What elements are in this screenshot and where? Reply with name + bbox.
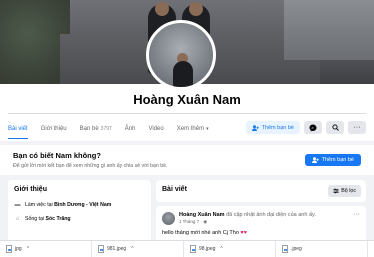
add-friend-icon (311, 157, 319, 163)
add-friend-button[interactable]: Thêm bạn bè (245, 121, 300, 134)
post-author-avatar[interactable] (162, 212, 175, 225)
tab-friends[interactable]: Bạn bè 3797 (80, 126, 112, 132)
header-divider (8, 113, 366, 114)
post-author-name[interactable]: Hoàng Xuân Nam (179, 212, 225, 218)
friend-suggest-card: Bạn có biết Nam không? Để gửi lời mời kế… (0, 145, 374, 175)
post-time[interactable]: 1 Tháng 7 · ◉ (179, 219, 207, 225)
chevron-down-icon: ▾ (206, 126, 209, 132)
post-author-line: Hoàng Xuân Nam đã cập nhật ảnh đại diện … (179, 212, 316, 218)
messenger-button[interactable] (304, 121, 322, 134)
download-item[interactable]: 981.jpeg ^ (92, 240, 184, 257)
suggest-add-friend-button[interactable]: Thêm bạn bè (304, 154, 361, 166)
posts-title: Bài viết (162, 186, 187, 193)
image-file-icon (6, 245, 12, 253)
intro-title: Giới thiệu (14, 186, 47, 193)
work-place-link[interactable]: Bình Dương - Việt Nam (54, 202, 111, 208)
download-item[interactable]: jpg ^ (0, 240, 92, 257)
download-item[interactable]: .jpeg (276, 240, 368, 257)
filter-button[interactable]: Bộ lọc (328, 185, 361, 197)
image-file-icon (98, 245, 104, 253)
download-bar: jpg ^ 981.jpeg ^ 98.jpeg ^ .jpeg (0, 240, 374, 257)
home-icon: ⌂ (15, 216, 20, 222)
intro-work: ▬ Làm việc tại Bình Dương - Việt Nam (14, 202, 112, 208)
post-text: hello tháng mới nhé anh Cj Tho ♥♥ (162, 230, 247, 236)
suggest-question: Bạn có biết Nam không? (13, 151, 101, 160)
add-friend-icon (251, 124, 259, 131)
post-more-icon[interactable]: ··· (353, 211, 360, 218)
profile-avatar[interactable] (146, 20, 216, 90)
search-button[interactable] (326, 121, 344, 134)
chevron-up-icon[interactable]: ^ (131, 246, 133, 252)
search-icon (331, 124, 339, 131)
tab-photos[interactable]: Ảnh (125, 126, 136, 132)
tab-videos[interactable]: Video (148, 126, 163, 132)
header-actions: Thêm bạn bè ··· (245, 121, 366, 134)
briefcase-icon: ▬ (14, 202, 21, 208)
image-file-icon (282, 245, 288, 253)
friends-count: 3797 (100, 126, 112, 132)
home-town-link[interactable]: Sóc Trăng (45, 216, 70, 222)
profile-name: Hoàng Xuân Nam (133, 92, 241, 107)
messenger-icon (309, 124, 317, 131)
more-icon: ··· (353, 124, 361, 131)
tab-about[interactable]: Giới thiệu (41, 126, 67, 132)
tab-posts[interactable]: Bài viết (8, 126, 28, 139)
profile-page: Hoàng Xuân Nam Bài viết Giới thiệu Bạn b… (0, 0, 374, 257)
chevron-up-icon[interactable]: ^ (220, 246, 222, 252)
filter-icon (333, 188, 339, 194)
profile-tabs: Bài viết Giới thiệu Bạn bè 3797 Ảnh Video… (8, 120, 222, 139)
image-file-icon (190, 245, 196, 253)
posts-header-card: Bài viết Bộ lọc (156, 180, 366, 202)
profile-header: Hoàng Xuân Nam Bài viết Giới thiệu Bạn b… (0, 84, 374, 141)
download-item[interactable]: 98.jpeg ^ (184, 240, 276, 257)
intro-lives: ⌂ Sống tại Sóc Trăng (15, 216, 71, 222)
tab-more[interactable]: Xem thêm ▾ (177, 126, 209, 132)
suggest-subtitle: Để gửi lời mời kết bạn để xem những gì a… (13, 163, 168, 169)
more-button[interactable]: ··· (348, 121, 366, 134)
chevron-up-icon[interactable]: ^ (27, 246, 29, 252)
globe-icon: ◉ (203, 219, 208, 224)
cover-building (284, 0, 374, 60)
